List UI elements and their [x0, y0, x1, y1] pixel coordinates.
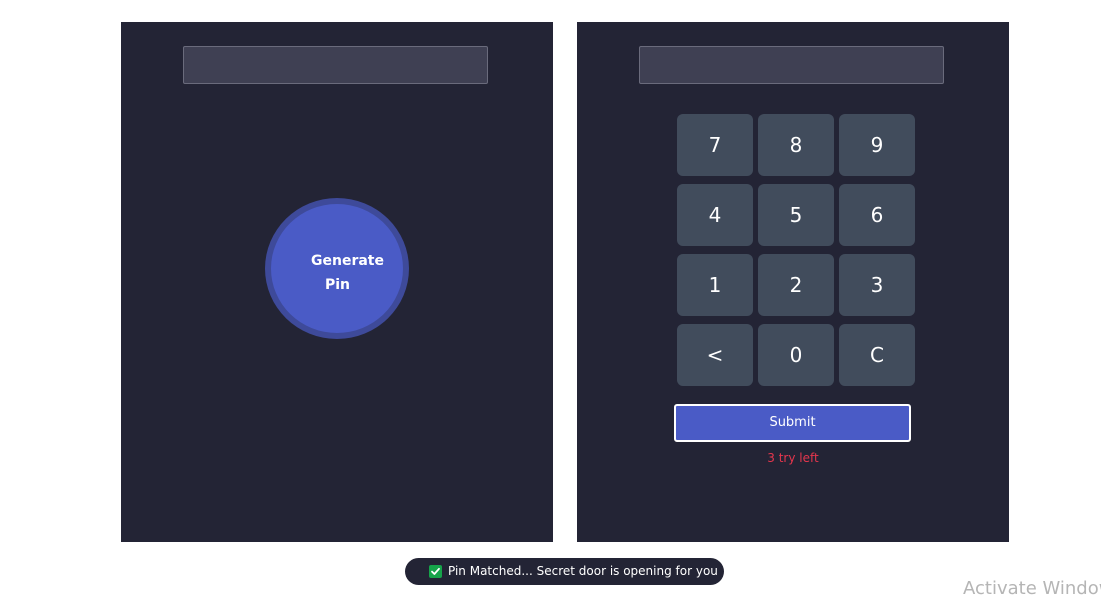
check-box-icon — [429, 565, 442, 578]
success-toast: Pin Matched... Secret door is opening fo… — [405, 558, 724, 585]
key-7[interactable]: 7 — [677, 114, 753, 176]
key-9[interactable]: 9 — [839, 114, 915, 176]
generate-pin-button[interactable]: Generate Pin — [265, 198, 409, 339]
page: Generate Pin 7 8 9 4 5 6 1 2 3 < 0 C Sub… — [0, 0, 1101, 598]
pin-entry-panel: 7 8 9 4 5 6 1 2 3 < 0 C Submit 3 try lef… — [577, 22, 1009, 542]
typed-pin-display[interactable] — [639, 46, 944, 84]
generate-pin-label-line1: Generate — [311, 253, 384, 269]
generate-pin-label-line2: Pin — [325, 277, 351, 293]
submit-button[interactable]: Submit — [674, 404, 911, 442]
key-0[interactable]: 0 — [758, 324, 834, 386]
tries-left-text: 3 try left — [767, 451, 819, 465]
key-5[interactable]: 5 — [758, 184, 834, 246]
key-1[interactable]: 1 — [677, 254, 753, 316]
toast-message: Pin Matched... Secret door is opening fo… — [448, 564, 718, 578]
generate-pin-panel: Generate Pin — [121, 22, 553, 542]
key-4[interactable]: 4 — [677, 184, 753, 246]
generated-pin-display[interactable] — [183, 46, 488, 84]
activate-windows-watermark: Activate Windows — [963, 578, 1101, 598]
key-backspace[interactable]: < — [677, 324, 753, 386]
key-clear[interactable]: C — [839, 324, 915, 386]
key-2[interactable]: 2 — [758, 254, 834, 316]
key-6[interactable]: 6 — [839, 184, 915, 246]
key-8[interactable]: 8 — [758, 114, 834, 176]
key-3[interactable]: 3 — [839, 254, 915, 316]
